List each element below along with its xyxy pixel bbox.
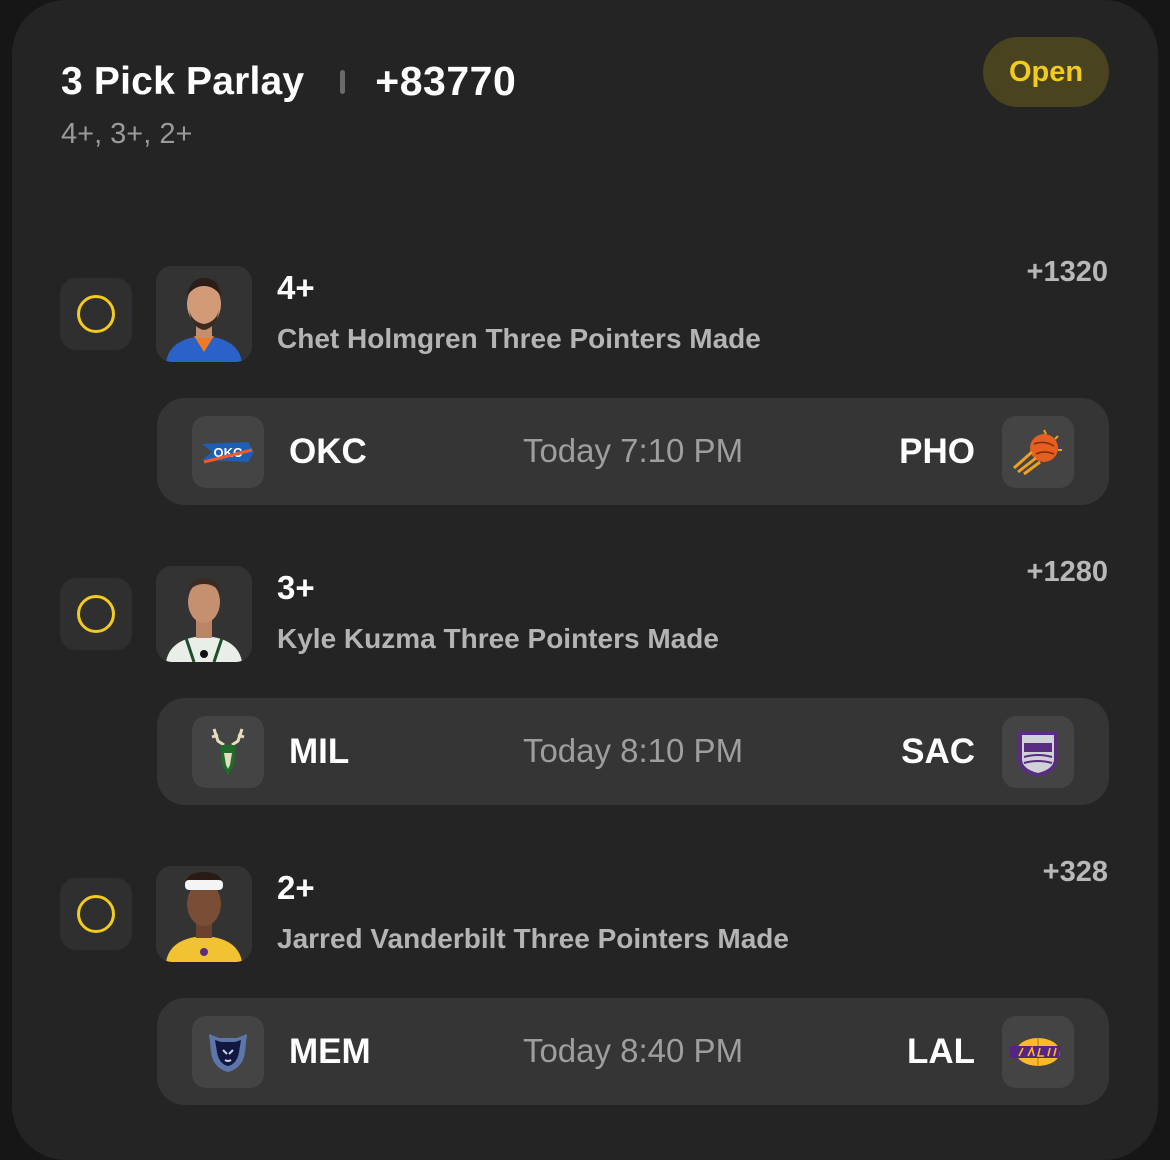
pending-circle-icon	[77, 895, 115, 933]
pick-threshold: 4+	[277, 269, 315, 306]
pick-threshold: 2+	[277, 869, 315, 906]
pick-item[interactable]: 4+ Chet Holmgren Three Pointers Made +13…	[0, 256, 1170, 526]
parlay-header: 3 Pick Parlay +83770	[61, 58, 516, 105]
pick-market: Jarred Vanderbilt Three Pointers Made	[277, 923, 789, 954]
home-team: LAL	[906, 1032, 975, 1071]
player-headshot-icon	[156, 866, 252, 962]
kings-logo-icon	[1002, 716, 1074, 788]
home-team: SAC	[901, 732, 975, 771]
pick-status-indicator	[60, 878, 132, 950]
status-badge: Open	[983, 37, 1109, 107]
pick-market: Chet Holmgren Three Pointers Made	[277, 323, 761, 354]
header-divider	[340, 69, 346, 94]
lakers-logo-icon	[1002, 1016, 1074, 1088]
pick-status-indicator	[60, 278, 132, 350]
pending-circle-icon	[77, 595, 115, 633]
player-headshot-icon	[156, 266, 252, 362]
pick-item[interactable]: 2+ Jarred Vanderbilt Three Pointers Made…	[0, 856, 1170, 1126]
game-row[interactable]: MEM Today 8:40 PM LAL	[157, 998, 1109, 1105]
suns-logo-icon	[1002, 416, 1074, 488]
pending-circle-icon	[77, 295, 115, 333]
pick-odds: +328	[1042, 856, 1108, 888]
pick-threshold: 3+	[277, 569, 315, 606]
player-headshot-icon	[156, 566, 252, 662]
pick-status-indicator	[60, 578, 132, 650]
home-team: PHO	[899, 432, 975, 471]
parlay-subtitle: 4+, 3+, 2+	[61, 118, 193, 150]
parlay-odds: +83770	[375, 58, 517, 104]
pick-odds: +1320	[1026, 256, 1108, 288]
pick-item[interactable]: 3+ Kyle Kuzma Three Pointers Made +1280 …	[0, 556, 1170, 826]
game-row[interactable]: MIL Today 8:10 PM SAC	[157, 698, 1109, 805]
game-row[interactable]: OKC OKC Today 7:10 PM PHO	[157, 398, 1109, 505]
pick-market: Kyle Kuzma Three Pointers Made	[277, 623, 719, 654]
parlay-title: 3 Pick Parlay	[61, 59, 305, 103]
pick-odds: +1280	[1026, 556, 1108, 588]
